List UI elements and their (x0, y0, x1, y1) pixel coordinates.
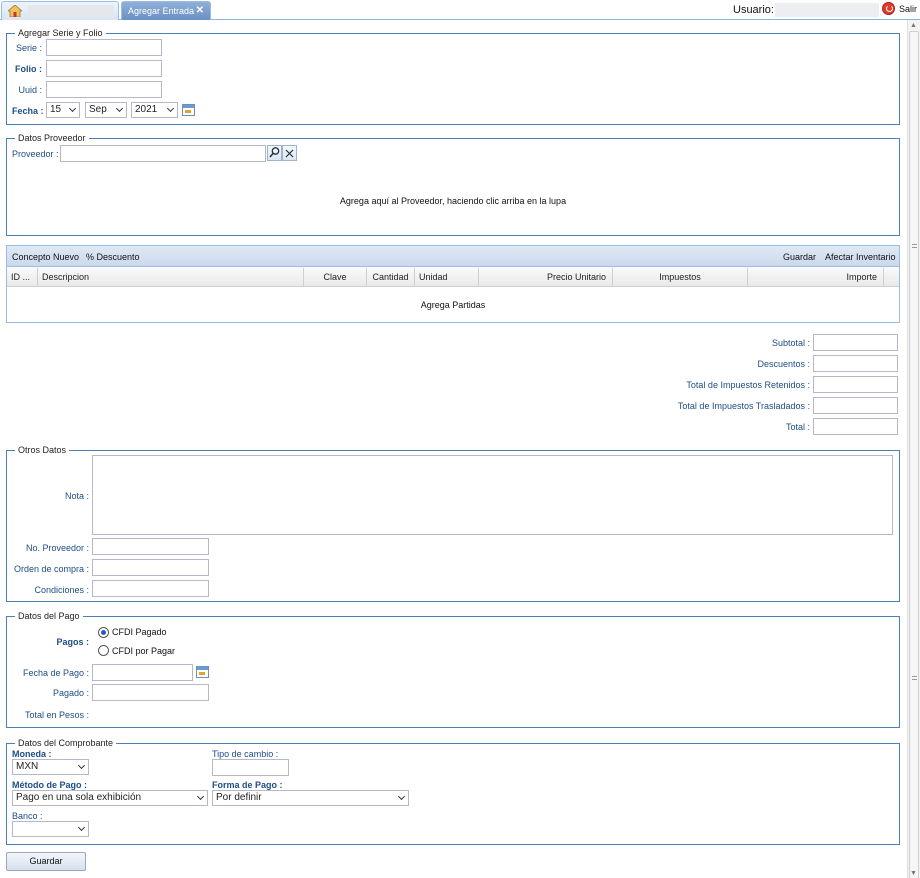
chevron-down-icon (77, 761, 86, 770)
user-label: Usuario: (733, 4, 774, 16)
chevron-down-icon (77, 823, 86, 832)
logout-link[interactable]: Salir (899, 4, 917, 14)
subtotal-label: Subtotal : (771, 338, 810, 348)
chevron-down-icon (397, 792, 406, 801)
condiciones-label: Condiciones : (34, 585, 89, 595)
total-label: Total : (785, 422, 810, 432)
concepto-nuevo-button[interactable]: Concepto Nuevo (12, 252, 79, 262)
vertical-scrollbar[interactable]: ▲ ▼ (907, 20, 920, 878)
total-field (813, 418, 898, 435)
column-impuestos[interactable]: Impuestos (613, 268, 748, 287)
column-cantidad[interactable]: Cantidad (367, 268, 415, 287)
nota-label: Nota : (64, 491, 89, 501)
tipo-cambio-label: Tipo de cambio : (212, 749, 279, 759)
fieldset-legend: Datos del Comprobante (15, 738, 117, 748)
fieldset-legend: Otros Datos (15, 445, 70, 455)
orden-compra-input[interactable] (92, 559, 209, 576)
fecha-pago-input[interactable] (92, 664, 193, 681)
month-select[interactable]: Sep (85, 102, 127, 118)
day-select[interactable]: 15 (46, 102, 80, 118)
column-descripcion[interactable]: Descripcion (38, 268, 304, 287)
trasladados-label: Total de Impuestos Trasladados : (677, 401, 810, 411)
save-button[interactable]: Guardar (6, 852, 86, 871)
column-importe[interactable]: Importe (748, 268, 884, 287)
column-unidad[interactable]: Unidad (415, 268, 479, 287)
no-proveedor-label: No. Proveedor : (25, 543, 89, 553)
grid-empty-text: Agrega Partidas (420, 300, 486, 310)
partidas-grid: Concepto Nuevo % Descuento Guardar Afect… (6, 245, 900, 323)
moneda-label: Moneda : (12, 749, 52, 759)
search-icon[interactable] (267, 145, 282, 161)
tab-home[interactable] (1, 1, 119, 20)
column-id[interactable]: ID ... (7, 268, 38, 287)
subtotal-field (813, 334, 898, 351)
radio-cfdi-por-pagar[interactable] (98, 645, 109, 656)
logout-icon[interactable] (882, 2, 895, 15)
radio-cfdi-pagado[interactable] (98, 627, 109, 638)
cfdi-por-pagar-label[interactable]: CFDI por Pagar (112, 646, 175, 656)
fieldset-legend: Agregar Serie y Folio (15, 28, 106, 38)
fieldset-legend: Datos Proveedor (15, 133, 89, 143)
descuento-button[interactable]: % Descuento (86, 252, 140, 262)
fecha-pago-label: Fecha de Pago : (22, 668, 89, 678)
serie-input[interactable] (46, 39, 162, 56)
moneda-select[interactable]: MXN (12, 759, 89, 775)
column-precio-unitario[interactable]: Precio Unitario (479, 268, 613, 287)
proveedor-input[interactable] (60, 145, 266, 162)
forma-pago-select[interactable]: Por definir (212, 790, 409, 806)
banco-label: Banco : (12, 811, 43, 821)
chevron-down-icon (166, 104, 175, 113)
folio-label: Folio : (15, 64, 42, 74)
guardar-grid-button[interactable]: Guardar (783, 252, 816, 262)
serie-label: Serie : (15, 43, 42, 53)
orden-compra-label: Orden de compra : (14, 564, 90, 574)
scroll-thumb[interactable] (909, 31, 919, 878)
descuentos-field (813, 355, 898, 372)
descuentos-label: Descuentos : (757, 359, 810, 369)
chevron-down-icon (115, 104, 124, 113)
close-icon[interactable]: ✕ (196, 2, 204, 20)
calendar-icon[interactable] (196, 666, 209, 678)
clear-icon[interactable] (282, 145, 297, 161)
no-proveedor-input[interactable] (92, 538, 209, 555)
trasladados-field (813, 397, 898, 414)
proveedor-hint: Agrega aquí al Proveedor, haciendo clic … (339, 196, 567, 206)
calendar-icon[interactable] (182, 104, 195, 116)
pagos-label: Pagos : (56, 637, 89, 647)
pagado-input[interactable] (92, 684, 209, 701)
tab-label: Agregar Entrada (128, 6, 195, 16)
chevron-down-icon (196, 792, 205, 801)
chevron-down-icon (68, 104, 77, 113)
proveedor-label: Proveedor : (12, 149, 59, 159)
scroll-up-arrow[interactable]: ▲ (910, 22, 917, 29)
nota-textarea[interactable] (92, 455, 893, 535)
grid-toolbar: Concepto Nuevo % Descuento Guardar Afect… (7, 246, 899, 267)
total-pesos-label: Total en Pesos : (24, 710, 89, 720)
user-name-blurred (775, 3, 879, 17)
grid-header: ID ... Descripcion Clave Cantidad Unidad… (7, 268, 899, 287)
cfdi-pagado-label[interactable]: CFDI Pagado (112, 627, 167, 637)
tab-blurred-label (28, 5, 114, 17)
pagado-label: Pagado : (52, 688, 89, 698)
forma-pago-label: Forma de Pago : (212, 780, 283, 790)
uuid-input[interactable] (46, 81, 162, 98)
column-clave[interactable]: Clave (304, 268, 367, 287)
metodo-pago-label: Método de Pago : (12, 780, 87, 790)
home-icon (8, 5, 22, 17)
tab-agregar-entrada[interactable]: Agregar Entrada ✕ (121, 1, 211, 20)
fieldset-legend: Datos del Pago (15, 611, 83, 621)
scroll-down-arrow[interactable]: ▼ (910, 870, 917, 877)
tipo-cambio-input[interactable] (212, 759, 289, 776)
condiciones-input[interactable] (92, 580, 209, 597)
afectar-inventario-button[interactable]: Afectar Inventario (825, 252, 896, 262)
banco-select[interactable] (12, 821, 89, 837)
fecha-label: Fecha : (12, 106, 44, 116)
year-select[interactable]: 2021 (131, 102, 178, 118)
uuid-label: Uuid : (18, 85, 42, 95)
folio-input[interactable] (46, 60, 162, 77)
metodo-pago-select[interactable]: Pago en una sola exhibición (12, 790, 208, 806)
retenidos-label: Total de Impuestos Retenidos : (686, 380, 810, 390)
retenidos-field (813, 376, 898, 393)
